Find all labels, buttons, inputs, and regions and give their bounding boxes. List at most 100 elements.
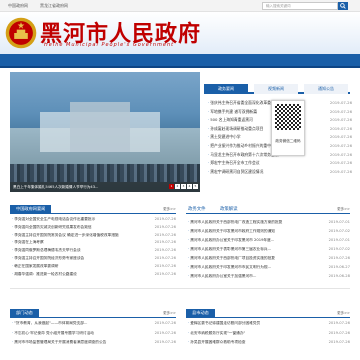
list-item[interactable]: 黑河市人民政府办公室关于加强黑河市... 2019-06-28 — [186, 274, 350, 283]
news-date: 2019-07-26 — [329, 160, 352, 166]
news-title[interactable]: 胡春华强调：推进新一轮农村公路建设 — [12, 272, 140, 277]
news-carousel[interactable]: 黑白上千年集体婚礼5465人次新婚情人节举行为43... 12345 — [10, 72, 200, 192]
list-item[interactable]: "货币教育，从我做起"——市体育局党支部... 2019-07-26 — [10, 321, 176, 331]
more-link[interactable]: 更多>> — [337, 207, 350, 212]
doc-date: 2019-07-01 — [328, 238, 350, 242]
heilongjiang-gov-link[interactable]: 黑龙江省政府网 — [40, 3, 68, 9]
carousel-page-1[interactable]: 1 — [169, 184, 174, 189]
doc-title[interactable]: 黑河市人民政府关于西部热电厂项目投资实施的批复 — [188, 256, 312, 261]
tab-gov-documents[interactable]: 政务文件 — [188, 206, 206, 212]
list-item[interactable]: 李克强向全国防灾减灾创新研究成果发布会致信 2019-07-26 — [10, 225, 176, 233]
news-title[interactable]: 不忘初心·牢记使命 党小组开展专题学习研讨活动 — [12, 331, 138, 336]
doc-title[interactable]: 黑河市人民政府办公室关于加强黑河市... — [188, 274, 312, 279]
more-link[interactable]: 更多>> — [163, 207, 176, 212]
news-date: 2019-07-26 — [154, 217, 176, 221]
tab-government-news[interactable]: 政务要闻 — [204, 84, 248, 94]
news-title[interactable]: 李克强在上海考察 — [12, 240, 140, 245]
news-date: 2019-07-26 — [154, 330, 176, 335]
doc-title[interactable]: 黑河市人民政府办公室关于印发黑河市 2019年度... — [188, 238, 312, 243]
news-title[interactable]: 郑宏宇主持召开全市工作会议 — [208, 160, 318, 166]
search-button[interactable] — [338, 2, 348, 10]
news-date: 2019-07-26 — [328, 340, 350, 344]
list-item[interactable]: 北安市纳税服务厅实现"一窗通办" 2019-07-26 — [186, 331, 350, 341]
news-date: 2019-07-26 — [154, 263, 176, 268]
list-item[interactable]: 李克强同俄罗斯总理梅德韦杰夫举行会谈 2019-07-26 — [10, 248, 176, 256]
news-title[interactable]: "货币教育，从我做起"——市体育局党支部... — [12, 321, 138, 326]
list-item[interactable]: 韩正在国家发展改革委调研 2019-07-26 — [10, 264, 176, 272]
news-title[interactable]: 黑河市市场监督管理局关于开展消费者满意度调查的公告 — [12, 340, 138, 345]
doc-date: 2019-07-02 — [328, 229, 350, 233]
list-item[interactable]: 黑宏宇调研黑河自贸区建设情况 2019-07-26 — [206, 169, 352, 178]
news-tabs: 政务要闻 视频新闻 通知公告 — [204, 84, 350, 94]
qr-code-label: 政务微信二维码 — [275, 139, 301, 143]
news-title[interactable]: 黑宏宇调研黑河自贸区建设情况 — [208, 169, 318, 175]
doc-title[interactable]: 黑河市人民政府关于西部热电厂改造工程实施方案的批复 — [188, 220, 312, 225]
list-item[interactable]: 孙吴县开展困难群众救助专项检查 2019-07-26 — [186, 340, 350, 350]
news-title[interactable]: 李克强对全国安全生产电视电话会议作出重要批示 — [12, 217, 140, 222]
gov-docs-header: 政务文件 政策解读 更多>> — [186, 206, 350, 214]
list-item[interactable]: 不忘初心·牢记使命 党小组开展专题学习研讨活动 2019-07-26 — [10, 331, 176, 341]
list-item[interactable]: 李克强主持召开国务院经济形势专家座谈会 2019-07-26 — [10, 256, 176, 264]
list-item[interactable]: 黑河市市场监督管理局关于开展消费者满意度调查的公告 2019-07-26 — [10, 340, 176, 350]
news-title[interactable]: 爱辉区委书记徐建国走访慰问部分困难党员 — [188, 321, 312, 326]
list-item[interactable]: 李克强对全国安全生产电视电话会议作出重要批示 2019-07-26 — [10, 217, 176, 225]
tab-video-news[interactable]: 视频新闻 — [254, 84, 298, 94]
tab-policy-interpretation[interactable]: 政策解读 — [220, 206, 238, 212]
doc-title[interactable]: 黑河市人民政府关于印发黑河市政府工作规则的通知 — [188, 229, 312, 234]
section-title: 县市动态 — [186, 309, 215, 317]
carousel-page-3[interactable]: 3 — [181, 184, 186, 189]
doc-date: 2019-07-01 — [328, 220, 350, 224]
list-item[interactable]: 黑河市人民政府关于印发黑河市政府工作规则的通知 2019-07-02 — [186, 229, 350, 238]
carousel-page-2[interactable]: 2 — [175, 184, 180, 189]
list-item[interactable]: 黑河市人民政府关于表彰黑河市第三届农业标兵... 2019-07-02 — [186, 247, 350, 256]
gov-docs-list: 黑河市人民政府关于西部热电厂改造工程实施方案的批复 2019-07-01 黑河市人… — [186, 220, 350, 283]
section-title: 中国政府网要闻 — [10, 205, 52, 213]
doc-date: 2019-07-02 — [328, 247, 350, 251]
county-news-header: 县市动态 更多>> — [186, 309, 350, 318]
national-emblem-icon — [5, 17, 37, 49]
news-date: 2019-07-26 — [154, 271, 176, 276]
list-item[interactable]: 黑河市人民政府办公室关于印发黑河市 2019年度... 2019-07-01 — [186, 238, 350, 247]
list-item[interactable]: 李克强主持召开国务院常务会议 确定进一步深化增值税改革措施 2019-07-26 — [10, 233, 176, 241]
carousel-page-4[interactable]: 4 — [187, 184, 192, 189]
china-gov-link[interactable]: 中国政府网 — [8, 3, 28, 9]
doc-date: 2019-06-27 — [328, 265, 350, 269]
list-item[interactable]: 胡春华强调：推进新一轮农村公路建设 2019-07-26 — [10, 272, 176, 280]
main-nav — [0, 54, 360, 68]
news-title[interactable]: 李克强向全国防灾减灾创新研究成果发布会致信 — [12, 225, 140, 230]
section-title: 部门动态 — [10, 309, 39, 317]
section-divider — [10, 288, 350, 289]
more-link[interactable]: 更多>> — [163, 311, 176, 316]
news-date: 2019-07-26 — [154, 340, 176, 344]
news-date: 2019-07-26 — [328, 330, 350, 335]
news-title[interactable]: 李克强同俄罗斯总理梅德韦杰夫举行会谈 — [12, 248, 140, 253]
news-date: 2019-07-26 — [154, 255, 176, 260]
carousel-page-5[interactable]: 5 — [193, 184, 198, 189]
news-title[interactable]: 韩正在国家发展改革委调研 — [12, 264, 140, 269]
doc-title[interactable]: 黑河市人民政府关于表彰黑河市第三届农业标兵... — [188, 247, 312, 252]
china-gov-news-list: 李克强对全国安全生产电视电话会议作出重要批示 2019-07-26 李克强向全国防… — [10, 217, 176, 279]
list-item[interactable]: 郑宏宇主持召开全市工作会议 2019-07-26 — [206, 160, 352, 169]
news-title[interactable]: 李克强主持召开国务院经济形势专家座谈会 — [12, 256, 140, 261]
news-date: 2019-07-26 — [329, 117, 352, 123]
doc-title[interactable]: 黑河市人民政府关于印发黑河市市民文明行为规... — [188, 265, 312, 270]
list-item[interactable]: 爱辉区委书记徐建国走访慰问部分困难党员 2019-07-26 — [186, 321, 350, 331]
tab-notices[interactable]: 通知公告 — [304, 84, 348, 94]
list-item[interactable]: 黑河市人民政府关于西部热电厂改造工程实施方案的批复 2019-07-01 — [186, 220, 350, 229]
news-date: 2019-07-26 — [329, 108, 352, 114]
news-date: 2019-07-26 — [154, 232, 176, 237]
more-link[interactable]: 更多>> — [337, 311, 350, 316]
search-input[interactable]: 输入搜索关键词 — [262, 2, 338, 10]
doc-date: 2019-06-28 — [328, 274, 350, 278]
carousel-image-building-top — [70, 102, 130, 152]
news-date: 2019-07-26 — [329, 100, 352, 105]
news-date: 2019-07-26 — [154, 321, 176, 325]
carousel-pager: 12345 — [168, 183, 198, 189]
news-title[interactable]: 北安市纳税服务厅实现"一窗通办" — [188, 331, 312, 336]
news-title[interactable]: 李克强主持召开国务院常务会议 确定进一步深化增值税改革措施 — [12, 233, 140, 238]
list-item[interactable]: 黑河市人民政府关于西部热电厂项目投资实施的批复 2019-07-26 — [186, 256, 350, 265]
list-item[interactable]: 李克强在上海考察 2019-07-26 — [10, 240, 176, 248]
qr-code-popup[interactable]: 政务微信二维码 — [271, 100, 305, 156]
news-title[interactable]: 孙吴县开展困难群众救助专项检查 — [188, 340, 312, 345]
list-item[interactable]: 黑河市人民政府关于印发黑河市市民文明行为规... 2019-06-27 — [186, 265, 350, 274]
